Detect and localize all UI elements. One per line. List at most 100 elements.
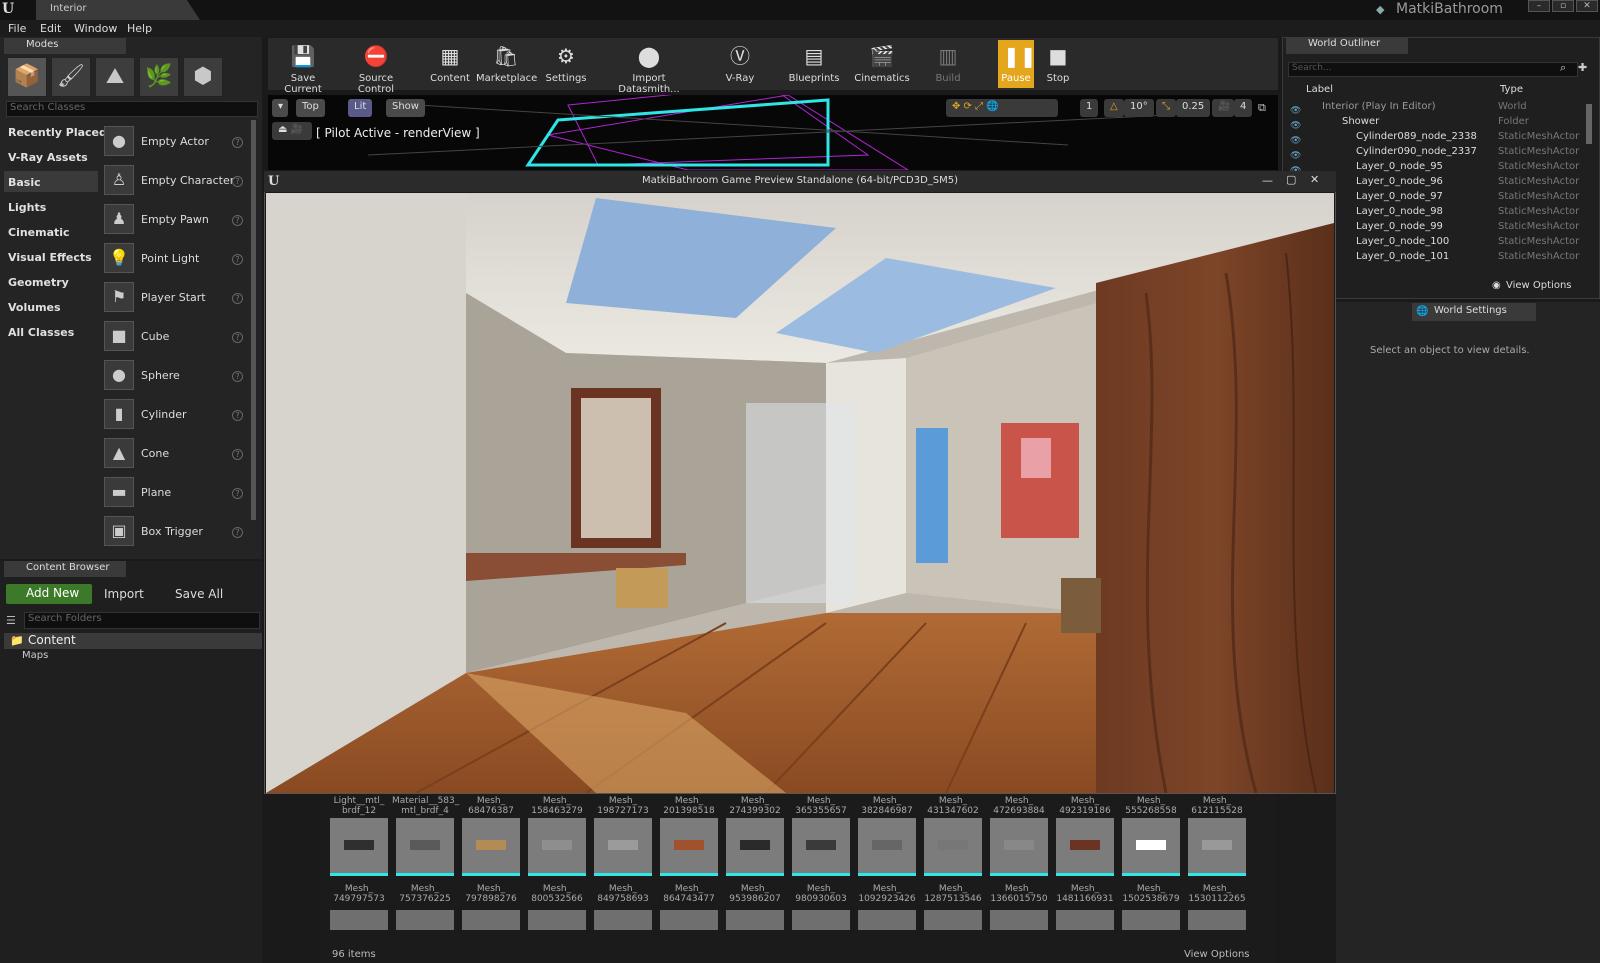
asset-thumbnail[interactable] — [462, 910, 520, 930]
import-button[interactable]: Import — [104, 587, 144, 601]
asset-thumbnail[interactable] — [1188, 910, 1246, 930]
column-label[interactable]: Label — [1306, 84, 1333, 95]
help-icon[interactable]: ? — [232, 371, 243, 382]
help-icon[interactable]: ? — [232, 176, 243, 187]
asset-thumbnail[interactable] — [462, 818, 520, 876]
game-render-view[interactable] — [266, 193, 1334, 793]
asset-thumbnail[interactable] — [726, 818, 784, 876]
scale-snap-icon[interactable]: ⤡ — [1156, 99, 1176, 117]
outliner-view-options[interactable]: View Options — [1506, 280, 1572, 291]
add-new-button[interactable]: Add New — [6, 584, 92, 604]
camera-speed-icon[interactable]: 🎥 — [1212, 99, 1234, 117]
scrollbar[interactable] — [251, 120, 256, 520]
maximize-viewport-icon[interactable]: ⧉ — [1258, 101, 1266, 115]
category-recently-placed[interactable]: Recently Placed — [8, 126, 107, 139]
add-folder-icon[interactable]: ✚ — [1578, 61, 1587, 74]
save-current-button[interactable]: 💾 Save Current — [272, 40, 334, 95]
angle-snap-icon[interactable]: △ — [1104, 99, 1124, 117]
asset-thumbnail[interactable] — [1122, 910, 1180, 930]
category-lights[interactable]: Lights — [8, 201, 46, 214]
asset-thumbnail[interactable] — [924, 818, 982, 876]
lit-button[interactable]: Lit — [348, 99, 373, 117]
actor-sphere[interactable]: Sphere — [141, 369, 180, 382]
asset-thumbnail[interactable] — [1122, 818, 1180, 876]
blueprints-button[interactable]: ▤ Blueprints — [786, 40, 842, 88]
settings-button[interactable]: ⚙ Settings — [544, 40, 588, 88]
transform-tools-icon[interactable]: ✥ ⟳ ⤢ 🌐 — [946, 99, 1058, 117]
asset-thumbnail[interactable] — [858, 818, 916, 876]
asset-thumbnail[interactable] — [528, 910, 586, 930]
help-icon[interactable]: ? — [232, 254, 243, 265]
actor-cone[interactable]: Cone — [141, 447, 169, 460]
column-type[interactable]: Type — [1500, 84, 1523, 95]
outliner-row[interactable]: Cylinder089_node_2338 StaticMeshActor — [1286, 131, 1582, 146]
sources-toggle-icon[interactable]: ☰ — [6, 614, 16, 627]
maximize-button[interactable]: ▫ — [1552, 0, 1574, 12]
world-settings-tab[interactable]: World Settings — [1412, 303, 1536, 321]
close-button[interactable]: ✕ — [1576, 0, 1598, 12]
help-icon[interactable]: ? — [232, 137, 243, 148]
category-geometry[interactable]: Geometry — [8, 276, 69, 289]
landscape-mode-icon[interactable]: ⛰ — [95, 57, 135, 97]
asset-thumbnail[interactable] — [396, 910, 454, 930]
help-icon[interactable]: ? — [232, 449, 243, 460]
asset-thumbnail[interactable] — [330, 818, 388, 876]
outliner-row[interactable]: Shower Folder — [1286, 116, 1582, 131]
pause-button[interactable]: ❚❚ Pause — [998, 40, 1037, 88]
viewport-options-icon[interactable]: ▾ — [272, 99, 288, 117]
asset-thumbnail[interactable] — [924, 910, 982, 930]
asset-thumbnail[interactable] — [528, 818, 586, 876]
close-button[interactable]: ✕ — [1310, 173, 1319, 186]
paint-mode-icon[interactable]: 🖌 — [51, 57, 91, 97]
asset-thumbnail[interactable] — [594, 910, 652, 930]
menu-window[interactable]: Window — [74, 22, 117, 35]
show-button[interactable]: Show — [386, 99, 425, 117]
outliner-row[interactable]: Cylinder090_node_2337 StaticMeshActor — [1286, 146, 1582, 161]
level-tab[interactable]: Interior — [36, 0, 200, 20]
actor-box-trigger[interactable]: Box Trigger — [141, 525, 203, 538]
category-visual-effects[interactable]: Visual Effects — [8, 251, 92, 264]
camera-speed-value[interactable]: 4 — [1234, 99, 1253, 117]
actor-empty-actor[interactable]: Empty Actor — [141, 135, 209, 148]
minimize-button[interactable]: – — [1528, 0, 1550, 12]
build-button[interactable]: ▥ Build — [930, 40, 966, 88]
folder-content[interactable]: Content — [4, 633, 262, 649]
help-icon[interactable]: ? — [232, 488, 243, 499]
minimize-button[interactable]: — — [1262, 174, 1273, 187]
cinematics-button[interactable]: 🎬 Cinematics — [854, 40, 910, 88]
asset-thumbnail[interactable] — [1056, 818, 1114, 876]
source-control-button[interactable]: ⛔ Source Control — [340, 40, 412, 95]
maximize-button[interactable]: ▢ — [1286, 173, 1296, 186]
help-icon[interactable]: ? — [232, 527, 243, 538]
foliage-mode-icon[interactable]: 🌿 — [139, 57, 179, 97]
asset-thumbnail[interactable] — [726, 910, 784, 930]
menu-edit[interactable]: Edit — [40, 22, 61, 35]
view-mode-top[interactable]: Top — [296, 99, 325, 117]
content-browser-tab[interactable]: Content Browser — [4, 561, 126, 577]
actor-cylinder[interactable]: Cylinder — [141, 408, 187, 421]
scrollbar[interactable] — [1586, 104, 1592, 144]
save-all-button[interactable]: Save All — [175, 587, 223, 601]
angle-snap-value[interactable]: 10° — [1124, 99, 1154, 117]
actor-player-start[interactable]: Player Start — [141, 291, 206, 304]
asset-thumbnail[interactable] — [792, 910, 850, 930]
search-classes-input[interactable]: Search Classes — [6, 101, 258, 117]
asset-thumbnail[interactable] — [396, 818, 454, 876]
pilot-eject-icon[interactable]: ⏏ 🎥 — [272, 122, 312, 140]
asset-thumbnail[interactable] — [594, 818, 652, 876]
actor-point-light[interactable]: Point Light — [141, 252, 199, 265]
grid-snap-value[interactable]: 1 — [1080, 99, 1099, 117]
category-cinematic[interactable]: Cinematic — [8, 226, 70, 239]
actor-empty-pawn[interactable]: Empty Pawn — [141, 213, 209, 226]
import-datasmith-button[interactable]: ⬤ Import Datasmith... — [604, 40, 694, 95]
marketplace-button[interactable]: 🛍 Marketplace — [476, 40, 537, 88]
asset-thumbnail[interactable] — [330, 910, 388, 930]
asset-thumbnail[interactable] — [990, 818, 1048, 876]
actor-cube[interactable]: Cube — [141, 330, 169, 343]
folder-maps[interactable]: Maps — [22, 650, 48, 661]
help-icon[interactable]: ? — [232, 332, 243, 343]
category-vray-assets[interactable]: V-Ray Assets — [8, 151, 88, 164]
menu-file[interactable]: File — [8, 22, 26, 35]
outliner-row[interactable]: Interior (Play In Editor) World — [1286, 101, 1582, 116]
asset-thumbnail[interactable] — [990, 910, 1048, 930]
